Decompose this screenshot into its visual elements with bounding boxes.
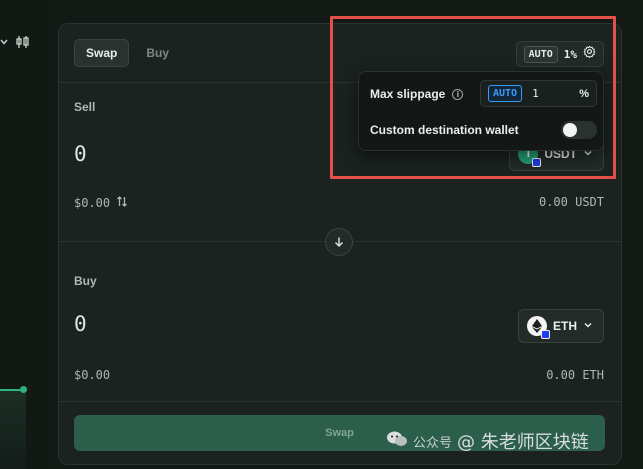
eth-token-icon <box>527 316 550 339</box>
chevron-down-icon <box>583 319 593 333</box>
flip-direction-button[interactable] <box>325 228 353 256</box>
buy-amount-input[interactable]: 0 <box>74 312 87 336</box>
slippage-percent: 1% <box>563 47 577 61</box>
chain-badge-icon <box>541 330 550 339</box>
custom-wallet-row: Custom destination wallet <box>370 123 519 137</box>
watermark: 公众号 @ 朱老师区块链 <box>386 428 589 454</box>
max-slippage-row: Max slippage i <box>370 87 464 101</box>
chain-badge-icon <box>532 158 542 167</box>
slippage-unit: % <box>579 87 589 100</box>
watermark-text: @ 朱老师区块链 <box>457 432 589 453</box>
chart-area-fill <box>0 390 26 469</box>
slippage-auto-toggle[interactable]: AUTO <box>488 85 523 102</box>
price-chart-panel <box>0 0 48 469</box>
auto-badge: AUTO <box>523 45 558 63</box>
custom-wallet-label: Custom destination wallet <box>370 123 519 137</box>
buy-label: Buy <box>74 274 97 288</box>
buy-balance: 0.00 ETH <box>546 368 604 382</box>
buy-token-selector[interactable]: ETH <box>518 309 604 343</box>
gear-icon <box>583 45 596 63</box>
sell-fiat-value: $0.00 <box>74 195 128 211</box>
buy-token-symbol: ETH <box>553 319 577 333</box>
chevron-down-icon[interactable] <box>0 30 8 54</box>
candlestick-icon[interactable] <box>15 30 31 54</box>
custom-wallet-toggle[interactable] <box>561 121 597 139</box>
arrow-down-icon <box>334 237 344 248</box>
sell-amount-input[interactable]: 0 <box>74 142 87 166</box>
sell-balance: 0.00 USDT <box>538 195 604 209</box>
sell-label: Sell <box>74 100 96 114</box>
slippage-value-input[interactable]: 1 <box>532 87 562 100</box>
watermark-prefix: 公众号 <box>413 435 453 451</box>
info-icon[interactable]: i <box>452 88 464 100</box>
tab-buy[interactable]: Buy <box>135 39 180 67</box>
toggle-knob <box>563 123 577 137</box>
wechat-icon <box>386 430 408 453</box>
slippage-settings-popover: Max slippage i AUTO 1 % Custom destinati… <box>358 71 604 151</box>
sell-fiat-amount: $0.00 <box>74 196 111 210</box>
divider <box>59 401 621 402</box>
tab-swap[interactable]: Swap <box>74 39 130 67</box>
swap-tabs: Swap Buy <box>74 39 180 67</box>
slippage-settings-button[interactable]: AUTO 1% <box>515 41 604 67</box>
max-slippage-field[interactable]: AUTO 1 % <box>480 80 597 107</box>
max-slippage-label: Max slippage <box>370 87 446 101</box>
buy-fiat-value: $0.00 <box>74 368 111 382</box>
chart-last-point <box>20 386 27 393</box>
swap-units-icon[interactable] <box>116 195 128 211</box>
